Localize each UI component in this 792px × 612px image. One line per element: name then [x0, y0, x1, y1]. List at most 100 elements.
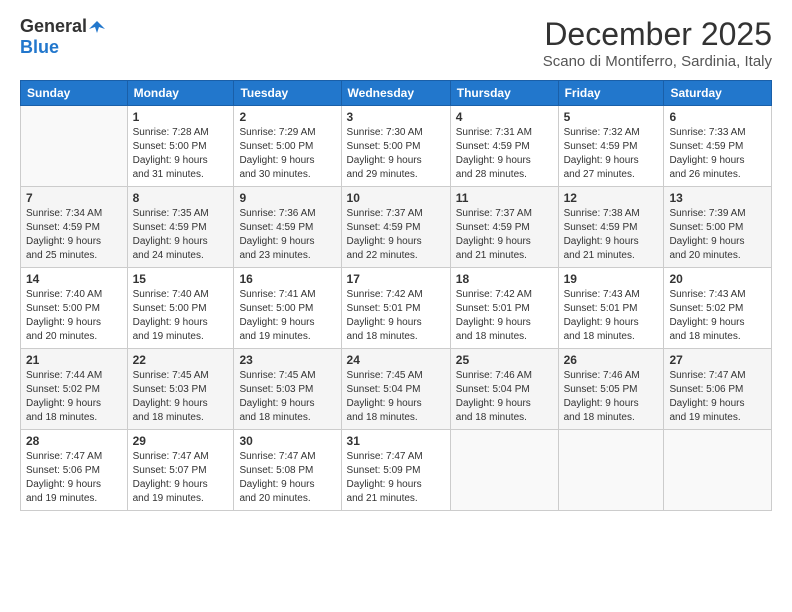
calendar-cell: 10 Sunrise: 7:37 AMSunset: 4:59 PMDayligh… — [341, 187, 450, 268]
day-info: Sunrise: 7:47 AMSunset: 5:08 PMDaylight:… — [239, 450, 335, 506]
day-info: Sunrise: 7:29 AMSunset: 5:00 PMDaylight:… — [239, 126, 335, 182]
day-number: 15 — [133, 272, 229, 286]
calendar-cell: 22 Sunrise: 7:45 AMSunset: 5:03 PMDayligh… — [127, 349, 234, 430]
calendar-cell — [450, 430, 558, 511]
calendar-cell: 6 Sunrise: 7:33 AMSunset: 4:59 PMDaylight… — [664, 106, 772, 187]
calendar-weekday-friday: Friday — [558, 81, 664, 106]
day-number: 25 — [456, 353, 553, 367]
calendar-cell: 15 Sunrise: 7:40 AMSunset: 5:00 PMDayligh… — [127, 268, 234, 349]
day-number: 29 — [133, 434, 229, 448]
logo-general-text: General — [20, 16, 87, 37]
calendar-header-row: SundayMondayTuesdayWednesdayThursdayFrid… — [21, 81, 772, 106]
day-number: 13 — [669, 191, 766, 205]
day-number: 7 — [26, 191, 122, 205]
day-info: Sunrise: 7:35 AMSunset: 4:59 PMDaylight:… — [133, 207, 229, 263]
logo-line1: General — [20, 16, 105, 37]
calendar-cell — [664, 430, 772, 511]
calendar-weekday-wednesday: Wednesday — [341, 81, 450, 106]
day-info: Sunrise: 7:45 AMSunset: 5:04 PMDaylight:… — [347, 369, 445, 425]
day-info: Sunrise: 7:47 AMSunset: 5:06 PMDaylight:… — [669, 369, 766, 425]
day-number: 10 — [347, 191, 445, 205]
calendar-cell: 28Sunrise: 7:47 AMSunset: 5:06 PMDayligh… — [21, 430, 128, 511]
header: General Blue December 2025 Scano di Mont… — [20, 16, 772, 70]
day-number: 23 — [239, 353, 335, 367]
calendar-cell: 5Sunrise: 7:32 AMSunset: 4:59 PMDaylight… — [558, 106, 664, 187]
day-info: Sunrise: 7:42 AMSunset: 5:01 PMDaylight:… — [456, 288, 553, 344]
calendar-table: SundayMondayTuesdayWednesdayThursdayFrid… — [20, 80, 772, 511]
calendar-cell: 9Sunrise: 7:36 AMSunset: 4:59 PMDaylight… — [234, 187, 341, 268]
calendar-weekday-saturday: Saturday — [664, 81, 772, 106]
day-info: Sunrise: 7:45 AMSunset: 5:03 PMDaylight:… — [133, 369, 229, 425]
calendar-weekday-sunday: Sunday — [21, 81, 128, 106]
day-info: Sunrise: 7:40 AMSunset: 5:00 PMDaylight:… — [133, 288, 229, 344]
day-number: 12 — [564, 191, 659, 205]
day-number: 26 — [564, 353, 659, 367]
logo-line2: Blue — [20, 37, 59, 58]
day-number: 14 — [26, 272, 122, 286]
logo: General Blue — [20, 16, 105, 58]
day-info: Sunrise: 7:41 AMSunset: 5:00 PMDaylight:… — [239, 288, 335, 344]
day-number: 2 — [239, 110, 335, 124]
logo-blue-text: Blue — [20, 37, 59, 57]
calendar-cell: 30 Sunrise: 7:47 AMSunset: 5:08 PMDayligh… — [234, 430, 341, 511]
calendar-cell: 11 Sunrise: 7:37 AMSunset: 4:59 PMDayligh… — [450, 187, 558, 268]
day-number: 18 — [456, 272, 553, 286]
calendar-week-row: 7 Sunrise: 7:34 AMSunset: 4:59 PMDaylight… — [21, 187, 772, 268]
day-number: 5 — [564, 110, 659, 124]
calendar-week-row: 28Sunrise: 7:47 AMSunset: 5:06 PMDayligh… — [21, 430, 772, 511]
calendar-cell: 31Sunrise: 7:47 AMSunset: 5:09 PMDayligh… — [341, 430, 450, 511]
day-info: Sunrise: 7:40 AMSunset: 5:00 PMDaylight:… — [26, 288, 122, 344]
day-info: Sunrise: 7:37 AMSunset: 4:59 PMDaylight:… — [347, 207, 445, 263]
day-number: 16 — [239, 272, 335, 286]
day-info: Sunrise: 7:45 AMSunset: 5:03 PMDaylight:… — [239, 369, 335, 425]
calendar-weekday-monday: Monday — [127, 81, 234, 106]
calendar-weekday-thursday: Thursday — [450, 81, 558, 106]
day-info: Sunrise: 7:47 AMSunset: 5:09 PMDaylight:… — [347, 450, 445, 506]
day-number: 19 — [564, 272, 659, 286]
day-number: 28 — [26, 434, 122, 448]
day-info: Sunrise: 7:39 AMSunset: 5:00 PMDaylight:… — [669, 207, 766, 263]
calendar-cell: 23 Sunrise: 7:45 AMSunset: 5:03 PMDayligh… — [234, 349, 341, 430]
day-info: Sunrise: 7:46 AMSunset: 5:05 PMDaylight:… — [564, 369, 659, 425]
calendar-cell: 4 Sunrise: 7:31 AMSunset: 4:59 PMDaylight… — [450, 106, 558, 187]
calendar-cell: 19Sunrise: 7:43 AMSunset: 5:01 PMDayligh… — [558, 268, 664, 349]
calendar-cell: 1Sunrise: 7:28 AMSunset: 5:00 PMDaylight… — [127, 106, 234, 187]
calendar-cell: 21 Sunrise: 7:44 AMSunset: 5:02 PMDayligh… — [21, 349, 128, 430]
day-info: Sunrise: 7:34 AMSunset: 4:59 PMDaylight:… — [26, 207, 122, 263]
day-info: Sunrise: 7:37 AMSunset: 4:59 PMDaylight:… — [456, 207, 553, 263]
day-info: Sunrise: 7:31 AMSunset: 4:59 PMDaylight:… — [456, 126, 553, 182]
month-title: December 2025 — [543, 16, 772, 53]
day-info: Sunrise: 7:36 AMSunset: 4:59 PMDaylight:… — [239, 207, 335, 263]
day-number: 17 — [347, 272, 445, 286]
calendar-cell: 8Sunrise: 7:35 AMSunset: 4:59 PMDaylight… — [127, 187, 234, 268]
calendar-week-row: 1Sunrise: 7:28 AMSunset: 5:00 PMDaylight… — [21, 106, 772, 187]
location-title: Scano di Montiferro, Sardinia, Italy — [543, 53, 772, 70]
calendar-weekday-tuesday: Tuesday — [234, 81, 341, 106]
logo-bird-icon — [89, 19, 105, 35]
title-block: December 2025 Scano di Montiferro, Sardi… — [543, 16, 772, 70]
calendar-cell: 25 Sunrise: 7:46 AMSunset: 5:04 PMDayligh… — [450, 349, 558, 430]
page: General Blue December 2025 Scano di Mont… — [0, 0, 792, 612]
calendar-week-row: 14 Sunrise: 7:40 AMSunset: 5:00 PMDayligh… — [21, 268, 772, 349]
day-number: 22 — [133, 353, 229, 367]
day-info: Sunrise: 7:28 AMSunset: 5:00 PMDaylight:… — [133, 126, 229, 182]
calendar-cell: 3Sunrise: 7:30 AMSunset: 5:00 PMDaylight… — [341, 106, 450, 187]
day-info: Sunrise: 7:44 AMSunset: 5:02 PMDaylight:… — [26, 369, 122, 425]
day-number: 21 — [26, 353, 122, 367]
calendar-cell: 26 Sunrise: 7:46 AMSunset: 5:05 PMDayligh… — [558, 349, 664, 430]
day-number: 6 — [669, 110, 766, 124]
day-info: Sunrise: 7:33 AMSunset: 4:59 PMDaylight:… — [669, 126, 766, 182]
day-info: Sunrise: 7:42 AMSunset: 5:01 PMDaylight:… — [347, 288, 445, 344]
calendar-cell: 16 Sunrise: 7:41 AMSunset: 5:00 PMDayligh… — [234, 268, 341, 349]
calendar-cell: 2 Sunrise: 7:29 AMSunset: 5:00 PMDaylight… — [234, 106, 341, 187]
calendar-cell: 27Sunrise: 7:47 AMSunset: 5:06 PMDayligh… — [664, 349, 772, 430]
calendar-cell: 17 Sunrise: 7:42 AMSunset: 5:01 PMDayligh… — [341, 268, 450, 349]
day-number: 20 — [669, 272, 766, 286]
calendar-cell: 7 Sunrise: 7:34 AMSunset: 4:59 PMDaylight… — [21, 187, 128, 268]
day-info: Sunrise: 7:46 AMSunset: 5:04 PMDaylight:… — [456, 369, 553, 425]
day-number: 11 — [456, 191, 553, 205]
day-number: 3 — [347, 110, 445, 124]
day-number: 4 — [456, 110, 553, 124]
day-number: 30 — [239, 434, 335, 448]
calendar-cell: 24Sunrise: 7:45 AMSunset: 5:04 PMDayligh… — [341, 349, 450, 430]
